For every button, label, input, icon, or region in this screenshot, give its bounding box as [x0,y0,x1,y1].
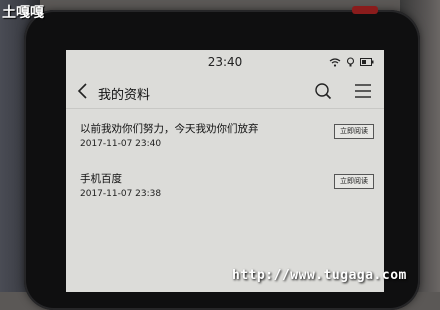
watermark-url: http://www.tugaga.com [232,268,407,283]
list-item[interactable]: 以前我劝你们努力，今天我劝你们放弃 2017-11-07 23:40 立即阅读 [66,121,384,161]
wifi-icon [329,57,341,67]
item-date: 2017-11-07 23:40 [80,139,162,149]
item-date: 2017-11-07 23:38 [80,189,162,199]
ereader-screen: 23:40 我的资料 以前我劝你们努力，今天我劝你们放弃 2017-11-07 … [66,50,384,292]
status-icons [329,57,374,67]
header-divider [66,108,384,109]
page-header: 我的资料 [66,78,384,106]
back-icon[interactable] [76,82,90,100]
read-now-button[interactable]: 立即阅读 [334,174,374,189]
item-title: 以前我劝你们努力，今天我劝你们放弃 [80,123,259,135]
brightness-icon [346,57,355,67]
list-item[interactable]: 手机百度 2017-11-07 23:38 立即阅读 [66,171,384,211]
device-red-accent [352,6,378,14]
item-title: 手机百度 [80,173,122,185]
page-title: 我的资料 [98,88,151,103]
search-icon[interactable] [314,82,332,100]
menu-icon[interactable] [354,83,372,99]
watermark-top: 土嘎嘎 [2,5,44,21]
battery-icon [360,58,374,66]
read-now-button[interactable]: 立即阅读 [334,124,374,139]
status-bar: 23:40 [66,50,384,70]
